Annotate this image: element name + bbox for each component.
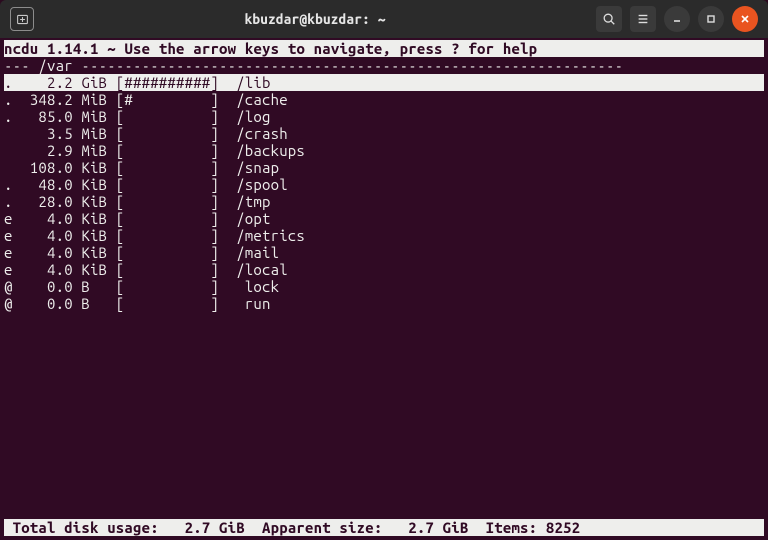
window-titlebar: kbuzdar@kbuzdar: ~ <box>0 0 768 38</box>
list-item[interactable]: 2.9 MiB [ ] /backups <box>4 142 764 159</box>
list-item[interactable]: . 2.2 GiB [##########] /lib <box>4 74 764 91</box>
status-footer: Total disk usage: 2.7 GiB Apparent size:… <box>4 519 764 536</box>
list-item[interactable]: e 4.0 KiB [ ] /opt <box>4 210 764 227</box>
list-item[interactable]: . 28.0 KiB [ ] /tmp <box>4 193 764 210</box>
list-item[interactable]: . 348.2 MiB [# ] /cache <box>4 91 764 108</box>
maximize-button[interactable] <box>698 6 724 32</box>
new-tab-button[interactable] <box>10 7 34 31</box>
list-item[interactable]: . 85.0 MiB [ ] /log <box>4 108 764 125</box>
terminal-body[interactable]: ncdu 1.14.1 ~ Use the arrow keys to navi… <box>0 38 768 540</box>
minimize-button[interactable] <box>664 6 690 32</box>
window-title: kbuzdar@kbuzdar: ~ <box>34 11 596 27</box>
list-item[interactable]: @ 0.0 B [ ] lock <box>4 278 764 295</box>
menu-button[interactable] <box>630 6 656 32</box>
search-button[interactable] <box>596 6 622 32</box>
current-path-line: --- /var -------------------------------… <box>4 57 764 74</box>
list-item[interactable]: 3.5 MiB [ ] /crash <box>4 125 764 142</box>
list-item[interactable]: . 48.0 KiB [ ] /spool <box>4 176 764 193</box>
list-item[interactable]: e 4.0 KiB [ ] /local <box>4 261 764 278</box>
ncdu-header-line: ncdu 1.14.1 ~ Use the arrow keys to navi… <box>4 40 764 57</box>
directory-listing[interactable]: . 2.2 GiB [##########] /lib. 348.2 MiB [… <box>4 74 764 312</box>
close-button[interactable] <box>732 6 758 32</box>
list-item[interactable]: @ 0.0 B [ ] run <box>4 295 764 312</box>
list-item[interactable]: 108.0 KiB [ ] /snap <box>4 159 764 176</box>
list-item[interactable]: e 4.0 KiB [ ] /metrics <box>4 227 764 244</box>
list-item[interactable]: e 4.0 KiB [ ] /mail <box>4 244 764 261</box>
